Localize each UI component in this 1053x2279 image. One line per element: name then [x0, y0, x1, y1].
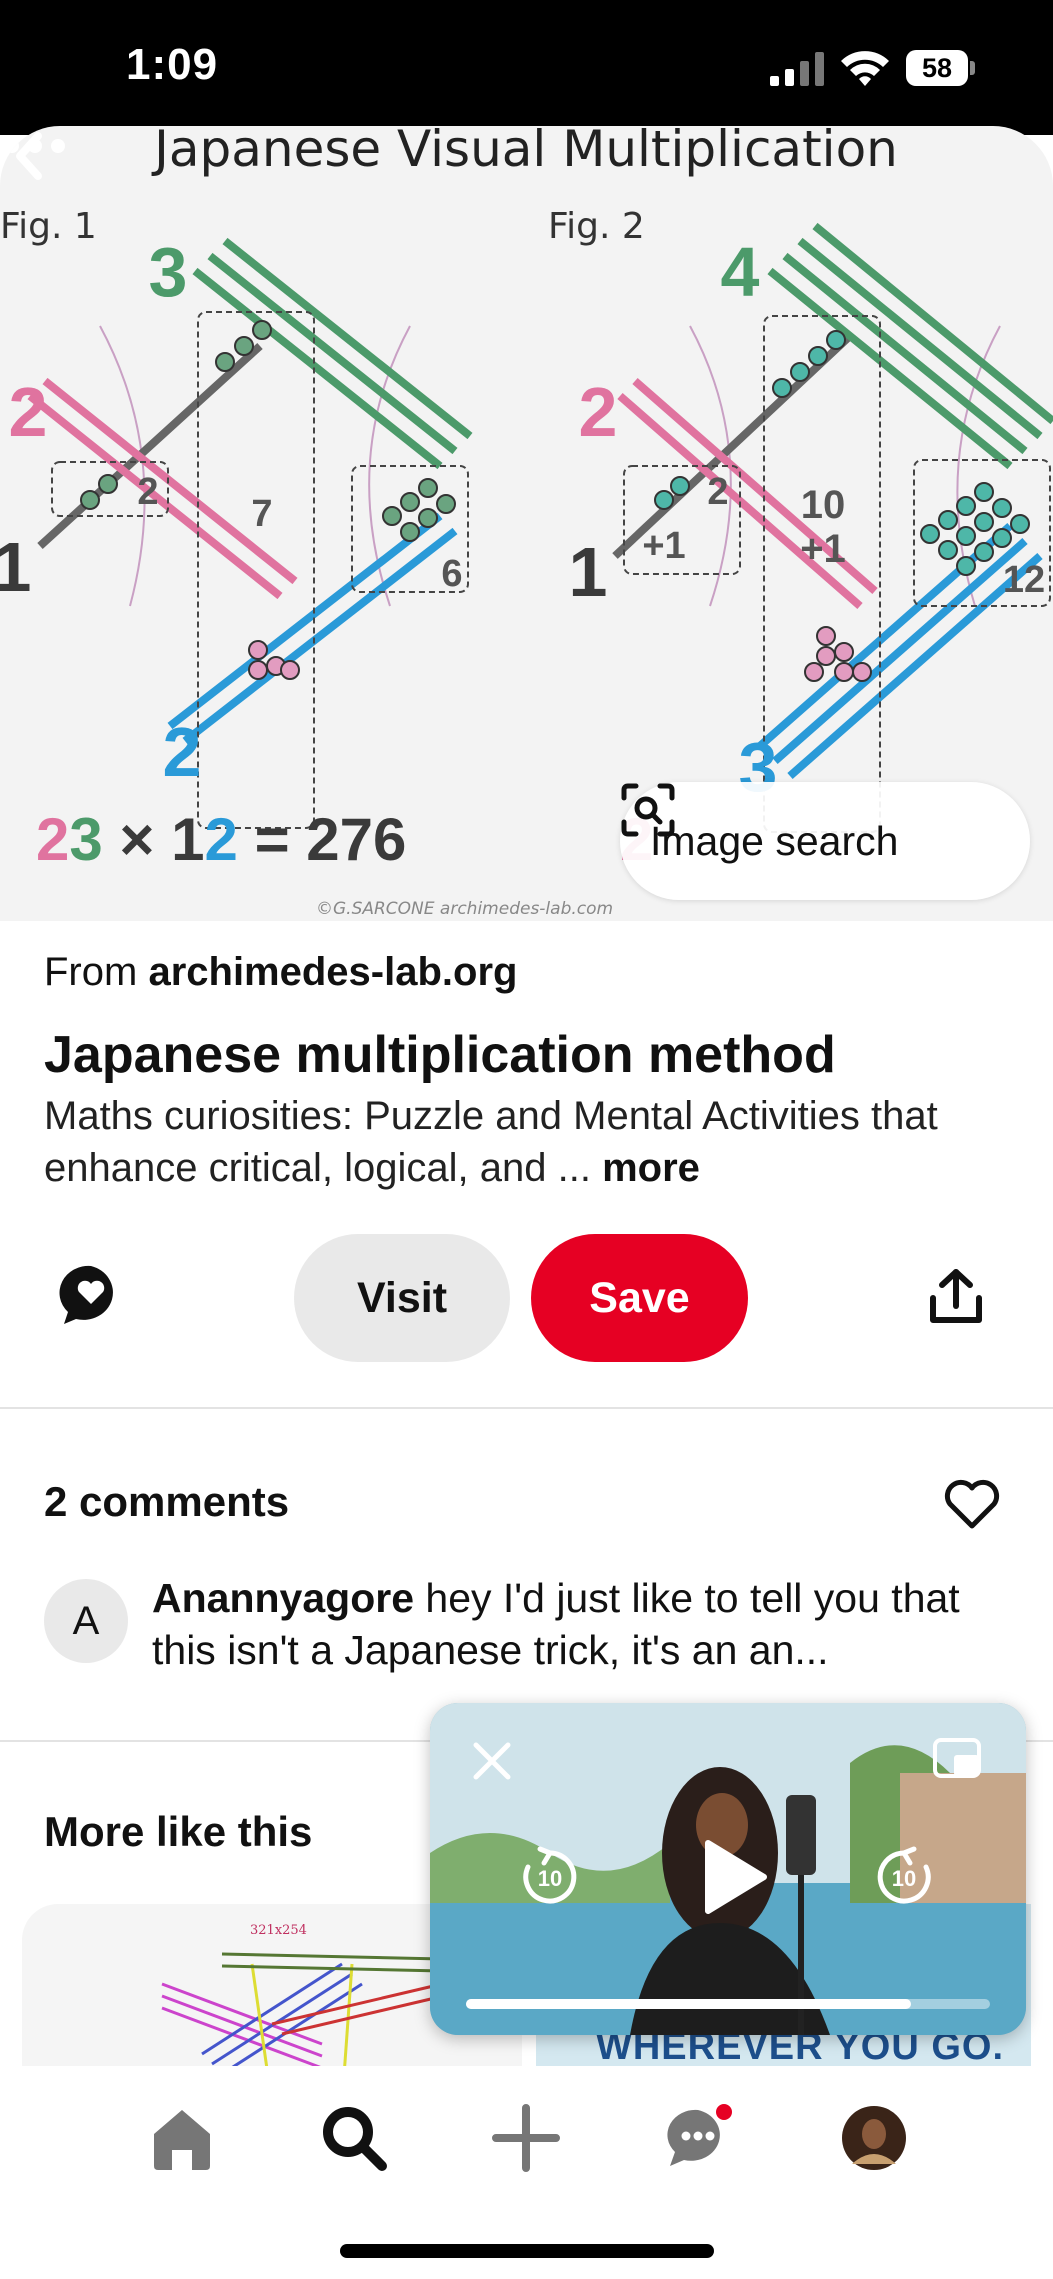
wifi-icon [841, 51, 889, 86]
comment-author[interactable]: Anannyagore [152, 1575, 414, 1621]
thumbnail-caption: 321x254 [250, 1923, 307, 1938]
fig2-label: Fig. 2 [548, 206, 645, 247]
expand-pip-icon[interactable] [932, 1737, 982, 1781]
description-text: Maths curiosities: Puzzle and Mental Act… [44, 1094, 938, 1190]
image-search-button[interactable]: Image search [620, 782, 1030, 900]
rewind-seconds: 10 [538, 1866, 562, 1891]
home-indicator [340, 2244, 714, 2258]
fig2-box-middle-bottom: +1 [800, 527, 846, 571]
pin-description: Maths curiosities: Puzzle and Mental Act… [44, 1090, 1004, 1194]
fig1-left-digit: 2 [9, 373, 48, 451]
pin-title: Japanese multiplication method [44, 1026, 836, 1084]
fig1-edge-digit: 1 [0, 528, 31, 606]
pin-source[interactable]: From archimedes-lab.org [44, 950, 517, 995]
more-link[interactable]: more [602, 1146, 700, 1190]
equation-times: × [119, 806, 154, 873]
fig1-box-left: 2 [137, 471, 158, 513]
video-progress-bar[interactable] [466, 1999, 990, 2009]
rewind-10-icon[interactable]: 10 [518, 1845, 582, 1909]
battery-level: 58 [906, 50, 968, 86]
source-prefix: From [44, 950, 138, 994]
fig1-label: Fig. 1 [0, 206, 97, 247]
video-progress-fill [466, 1999, 912, 2009]
fig2-box-left-bottom: +1 [642, 525, 685, 567]
comments-title: 2 comments [44, 1478, 290, 1525]
pin-image[interactable]: Japanese Visual Multiplication Fig. 1 Fi… [0, 126, 1053, 921]
equation-digit-b2: 2 [205, 806, 238, 873]
profile-avatar-icon[interactable] [836, 2100, 912, 2176]
status-bar: 1:09 58 [0, 0, 1053, 135]
fig2-box-left-top: 2 [707, 471, 728, 513]
battery-cap [970, 61, 975, 75]
video-player-pip[interactable]: 10 10 [430, 1703, 1026, 2035]
share-icon[interactable] [928, 1268, 984, 1326]
bottom-tab-bar [0, 2066, 1053, 2279]
battery-indicator: 58 [906, 50, 976, 86]
equation-digit-b1: 1 [171, 806, 204, 873]
fig2-edge-digit: 1 [569, 533, 608, 611]
forward-seconds: 10 [892, 1866, 916, 1891]
fig2-left-digit: 2 [579, 373, 618, 451]
save-button[interactable]: Save [531, 1234, 748, 1362]
comment-item[interactable]: Anannyagore hey I'd just like to tell yo… [152, 1572, 992, 1676]
fig1-bottom-digit: 2 [163, 713, 202, 791]
divider [0, 1407, 1053, 1409]
more-options-icon[interactable] [0, 126, 70, 166]
comment-icon[interactable] [58, 1262, 124, 1328]
create-plus-icon[interactable] [488, 2100, 564, 2176]
fig1-box-right: 6 [441, 553, 462, 595]
image-credit: ©G.SARCONE archimedes-lab.com [316, 899, 613, 919]
equation-digit-a1: 2 [36, 806, 69, 873]
fig1-top-digit: 3 [149, 233, 188, 311]
fig2-box-right: 12 [1003, 559, 1045, 601]
cellular-signal-icon [770, 52, 824, 86]
diagram-title: Japanese Visual Multiplication [151, 126, 898, 178]
messages-icon[interactable] [660, 2100, 736, 2176]
equation-result: = 276 [255, 806, 407, 873]
search-icon[interactable] [316, 2100, 392, 2176]
comment-avatar[interactable]: A [44, 1579, 128, 1663]
equation-digit-a2: 3 [69, 806, 102, 873]
more-like-this-title: More like this [44, 1808, 313, 1855]
fig1-box-middle: 7 [251, 493, 272, 535]
home-icon[interactable] [144, 2100, 220, 2176]
visual-search-icon [621, 783, 675, 837]
heart-icon[interactable] [942, 1476, 1002, 1532]
fig2-box-middle-top: 10 [801, 483, 846, 527]
close-icon[interactable] [470, 1739, 514, 1783]
status-time: 1:09 [126, 40, 219, 89]
image-search-label: Image search [650, 818, 899, 864]
equation: 23 × 12 = 276 [36, 806, 406, 873]
play-icon[interactable] [694, 1837, 770, 1917]
forward-10-icon[interactable]: 10 [872, 1845, 936, 1909]
source-domain[interactable]: archimedes-lab.org [148, 950, 517, 994]
fig2-top-digit: 4 [721, 233, 760, 311]
visit-button[interactable]: Visit [294, 1234, 510, 1362]
